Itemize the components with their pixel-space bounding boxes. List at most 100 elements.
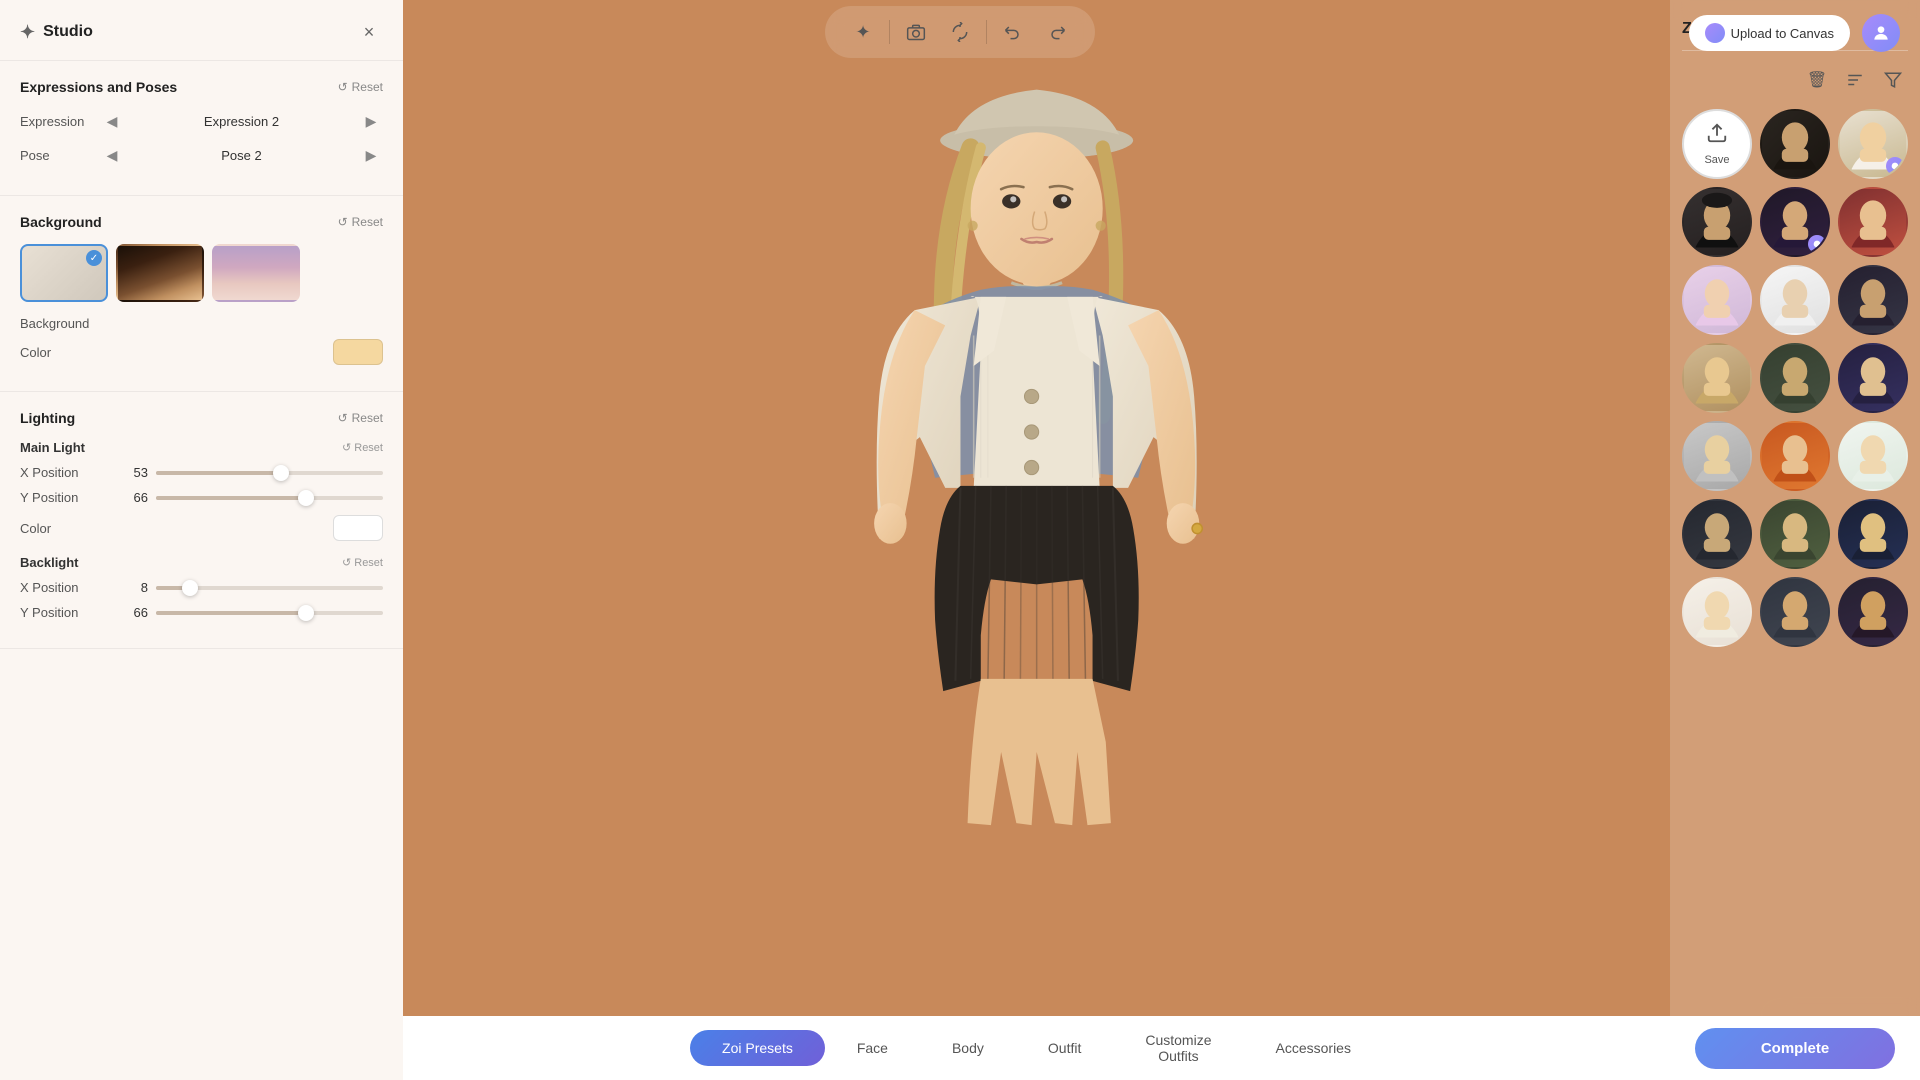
backlight-x-value: 8 [118, 580, 148, 595]
main-light-header: Main Light ↺ Reset [20, 440, 383, 455]
backlight-x-slider[interactable] [156, 586, 383, 590]
bg-reset-icon: ↺ [338, 215, 348, 229]
tab-body[interactable]: Body [920, 1030, 1016, 1066]
backlight-reset-label: Reset [354, 557, 383, 569]
preset-item-10[interactable] [1760, 343, 1830, 413]
preset-item-14[interactable] [1838, 421, 1908, 491]
complete-button-area: Complete [1670, 1016, 1920, 1080]
backlight-x-label: X Position [20, 580, 110, 595]
main-light-reset-icon: ↺ [342, 441, 351, 454]
tab-accessories[interactable]: Accessories [1244, 1030, 1383, 1066]
pose-label: Pose [20, 148, 100, 163]
background-reset-button[interactable]: ↺ Reset [338, 215, 383, 229]
toolbar-center: ✦ [825, 6, 1095, 58]
top-right-actions: Upload to Canvas [1689, 14, 1900, 52]
left-panel: ✦ Studio × Expressions and Poses ↺ Reset… [0, 0, 403, 1080]
undo-button[interactable] [995, 14, 1031, 50]
y-slider-fill [156, 496, 306, 500]
preset-item-5[interactable] [1838, 187, 1908, 257]
expressions-poses-reset-label: Reset [352, 80, 383, 94]
main-light-reset-button[interactable]: ↺ Reset [342, 441, 383, 454]
filter-preset-button[interactable] [1878, 65, 1908, 95]
lighting-reset-button[interactable]: ↺ Reset [338, 411, 383, 425]
preset-item-7[interactable] [1760, 265, 1830, 335]
preset-item-1[interactable] [1760, 109, 1830, 179]
expressions-poses-reset-button[interactable]: ↺ Reset [338, 80, 383, 94]
redo-button[interactable] [1039, 14, 1075, 50]
preset-item-16[interactable] [1760, 499, 1830, 569]
save-preset-button[interactable]: Save [1682, 109, 1752, 179]
expression-next-button[interactable]: ▶ [359, 109, 383, 133]
backlight-y-row: Y Position 66 [20, 605, 383, 620]
backlight-reset-button[interactable]: ↺ Reset [342, 556, 383, 569]
preset-item-15[interactable] [1682, 499, 1752, 569]
pose-prev-button[interactable]: ◀ [100, 143, 124, 167]
bg-thumbnail-2[interactable] [116, 244, 204, 302]
rotate-tool-button[interactable] [942, 14, 978, 50]
toolbar-divider-2 [986, 20, 987, 44]
lighting-reset-label: Reset [352, 411, 383, 425]
preset-item-13[interactable] [1760, 421, 1830, 491]
preset-item-11[interactable] [1838, 343, 1908, 413]
preset-item-6[interactable] [1682, 265, 1752, 335]
preset-item-3[interactable] [1682, 187, 1752, 257]
backlight-title: Backlight [20, 555, 79, 570]
backlight-y-thumb[interactable] [298, 605, 314, 621]
preset-item-17[interactable] [1838, 499, 1908, 569]
x-position-slider[interactable] [156, 471, 383, 475]
bg-thumbnail-3[interactable] [212, 244, 300, 302]
expressions-poses-header: Expressions and Poses ↺ Reset [20, 79, 383, 95]
expression-control-row: Expression ◀ Expression 2 ▶ [20, 109, 383, 133]
preset-item-12[interactable] [1682, 421, 1752, 491]
backlight-y-label: Y Position [20, 605, 110, 620]
bg-thumbnail-1[interactable]: ✓ [20, 244, 108, 302]
y-slider-thumb[interactable] [298, 490, 314, 506]
tab-zoi-presets[interactable]: Zoi Presets [690, 1030, 825, 1066]
main-light-color-swatch[interactable] [333, 515, 383, 541]
background-section: Background ↺ Reset ✓ Background Color [0, 196, 403, 392]
backlight-y-fill [156, 611, 306, 615]
expression-prev-button[interactable]: ◀ [100, 109, 124, 133]
background-color-label: Background [20, 316, 89, 331]
preset-item-18[interactable] [1682, 577, 1752, 647]
complete-button[interactable]: Complete [1695, 1028, 1895, 1069]
preset-item-2[interactable] [1838, 109, 1908, 179]
preset-item-8[interactable] [1838, 265, 1908, 335]
background-header: Background ↺ Reset [20, 214, 383, 230]
background-color-swatch[interactable] [333, 339, 383, 365]
bottom-navigation: Zoi Presets Face Body Outfit CustomizeOu… [403, 1016, 1670, 1080]
delete-preset-button[interactable]: 🗑 [1802, 65, 1832, 95]
backlight-x-thumb[interactable] [182, 580, 198, 596]
tab-outfit[interactable]: Outfit [1016, 1030, 1113, 1066]
x-slider-thumb[interactable] [273, 465, 289, 481]
backlight-x-row: X Position 8 [20, 580, 383, 595]
backlight-y-slider[interactable] [156, 611, 383, 615]
y-position-slider[interactable] [156, 496, 383, 500]
tab-customize-outfits[interactable]: CustomizeOutfits [1113, 1022, 1243, 1074]
save-upload-icon [1706, 122, 1728, 150]
expressions-poses-section: Expressions and Poses ↺ Reset Expression… [0, 61, 403, 196]
x-position-value: 53 [118, 465, 148, 480]
preset-item-4[interactable] [1760, 187, 1830, 257]
background-title: Background [20, 214, 102, 230]
character-canvas [403, 0, 1670, 1016]
background-color-row: Background [20, 316, 383, 331]
selected-check-icon: ✓ [86, 250, 102, 266]
preset-item-20[interactable] [1838, 577, 1908, 647]
upload-canvas-button[interactable]: Upload to Canvas [1689, 15, 1850, 51]
lighting-title: Lighting [20, 410, 75, 426]
expressions-poses-title: Expressions and Poses [20, 79, 177, 95]
main-light-color-label: Color [20, 521, 51, 536]
save-preset-label: Save [1704, 154, 1729, 166]
x-slider-fill [156, 471, 281, 475]
backlight-y-value: 66 [118, 605, 148, 620]
camera-tool-button[interactable] [898, 14, 934, 50]
preset-item-19[interactable] [1760, 577, 1830, 647]
user-avatar-button[interactable] [1862, 14, 1900, 52]
presets-grid: Save [1682, 109, 1908, 647]
pose-next-button[interactable]: ▶ [359, 143, 383, 167]
sort-preset-button[interactable] [1840, 65, 1870, 95]
preset-item-9[interactable] [1682, 343, 1752, 413]
tab-face[interactable]: Face [825, 1030, 920, 1066]
sparkle-tool-button[interactable]: ✦ [845, 14, 881, 50]
